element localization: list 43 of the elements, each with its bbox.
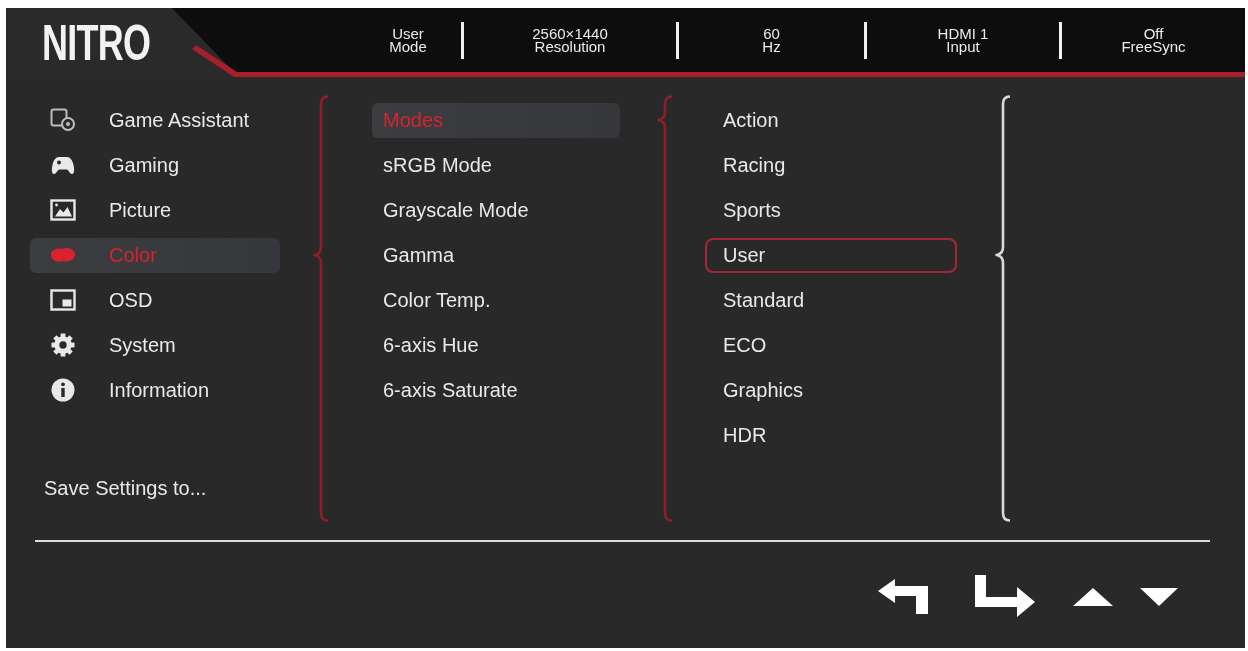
submenu-item[interactable]: 6-axis Saturate: [372, 372, 620, 408]
status-label: Hz: [762, 40, 781, 53]
status-value: 60: [763, 27, 780, 40]
option-item[interactable]: User: [705, 237, 957, 273]
menu-item[interactable]: OSD: [30, 282, 280, 318]
status-value: User: [392, 27, 424, 40]
picture-in-picture-icon: [50, 288, 76, 312]
status-value: 2560×1440: [532, 27, 608, 40]
submenu-item[interactable]: Gamma: [372, 237, 620, 273]
menu-item[interactable]: System: [30, 327, 280, 363]
curly-brace-icon: [313, 95, 330, 522]
option-item[interactable]: Action: [705, 102, 957, 138]
info-icon: [50, 378, 76, 402]
curly-brace-icon: [995, 95, 1012, 522]
status-value: Off: [1143, 27, 1164, 40]
up-triangle-icon: [1073, 588, 1113, 606]
submenu-item[interactable]: Grayscale Mode: [372, 192, 620, 228]
option-item[interactable]: ECO: [705, 327, 957, 363]
option-item[interactable]: Racing: [705, 147, 957, 183]
submenu-item[interactable]: sRGB Mode: [372, 147, 620, 183]
status-label: Mode: [389, 40, 427, 53]
status-label: Resolution: [534, 40, 606, 53]
down-triangle-icon: [1140, 588, 1178, 606]
menu-item[interactable]: Gaming: [30, 147, 280, 183]
submenu-item[interactable]: 6-axis Hue: [372, 327, 620, 363]
menu-item[interactable]: Picture: [30, 192, 280, 228]
save-settings-item[interactable]: Save Settings to...: [44, 475, 207, 500]
option-item[interactable]: Sports: [705, 192, 957, 228]
window-circle-icon: [50, 108, 76, 132]
option-item[interactable]: HDR: [705, 417, 957, 453]
submenu-item[interactable]: Color Temp.: [372, 282, 620, 318]
turn-right-arrow-icon: [975, 575, 1035, 619]
status-value: HDMI 1: [937, 27, 989, 40]
brand-logo: NITRO: [42, 18, 151, 67]
status-label: FreeSync: [1121, 40, 1186, 53]
curly-brace-icon: [657, 95, 674, 522]
picture-icon: [50, 198, 76, 222]
option-item[interactable]: Standard: [705, 282, 957, 318]
menu-item[interactable]: Information: [30, 372, 280, 408]
menu-item[interactable]: Game Assistant: [30, 102, 280, 138]
option-item[interactable]: Graphics: [705, 372, 957, 408]
gear-icon: [50, 333, 76, 357]
status-label: Input: [946, 40, 980, 53]
